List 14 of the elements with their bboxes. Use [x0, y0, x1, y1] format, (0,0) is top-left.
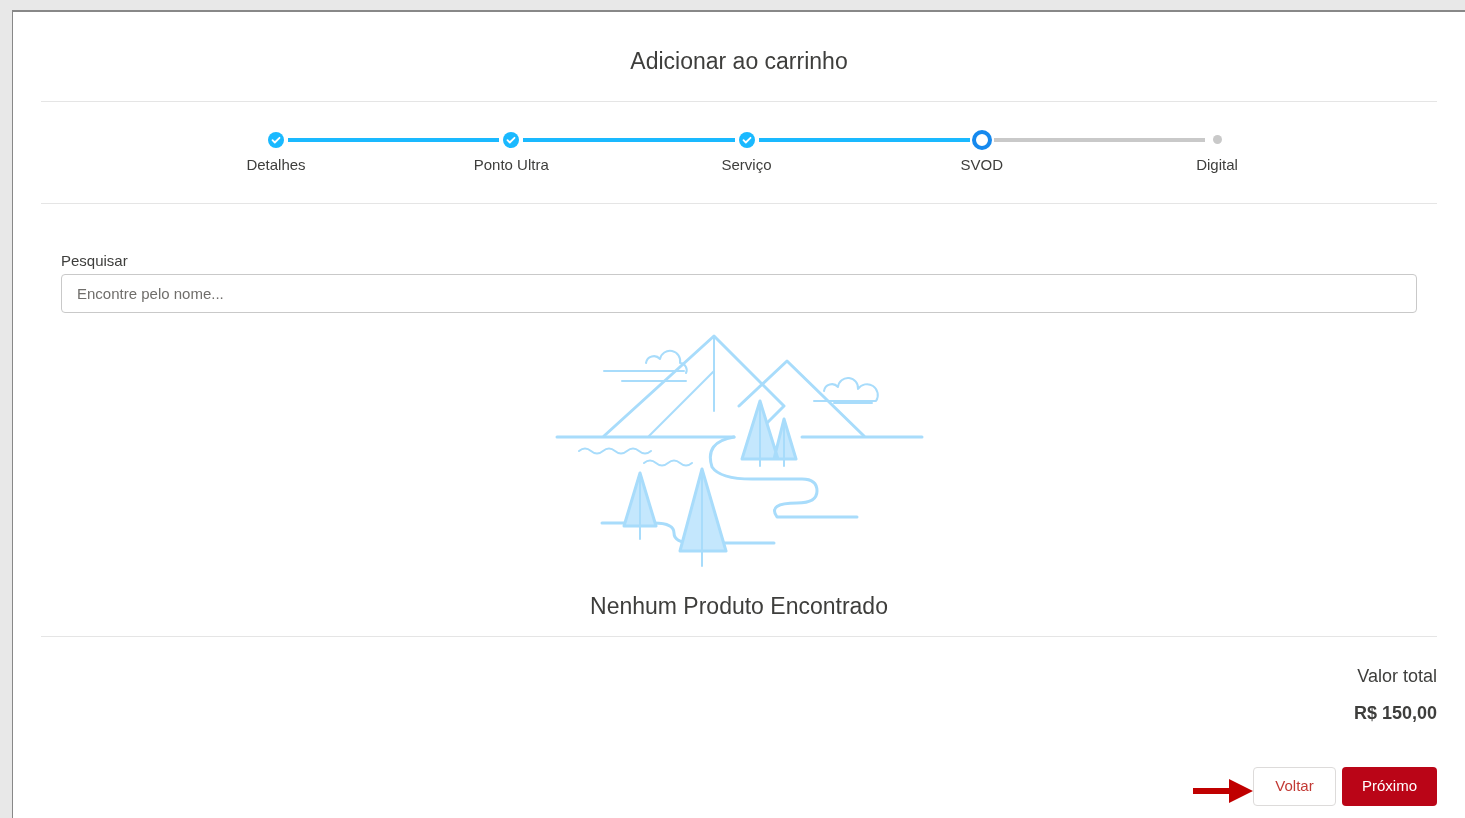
empty-state-message: Nenhum Produto Encontrado — [590, 592, 888, 621]
search-label: Pesquisar — [61, 250, 129, 271]
back-button[interactable]: Voltar — [1253, 766, 1336, 806]
step-label: Digital — [1196, 154, 1238, 175]
step-label: Ponto Ultra — [473, 154, 549, 175]
step-label: Detalhes — [246, 154, 306, 175]
step-label: Serviço — [721, 154, 772, 175]
total-label: Valor total — [1357, 664, 1437, 688]
next-button[interactable]: Próximo — [1342, 766, 1437, 806]
total-value: R$ 150,00 — [1353, 701, 1437, 725]
search-field[interactable]: Encontre pelo nome... — [61, 274, 1417, 313]
annotation-arrow-icon — [1193, 779, 1253, 803]
step-label: SVOD — [960, 154, 1003, 175]
modal-title: Adicionar ao carrinho — [41, 12, 1437, 102]
